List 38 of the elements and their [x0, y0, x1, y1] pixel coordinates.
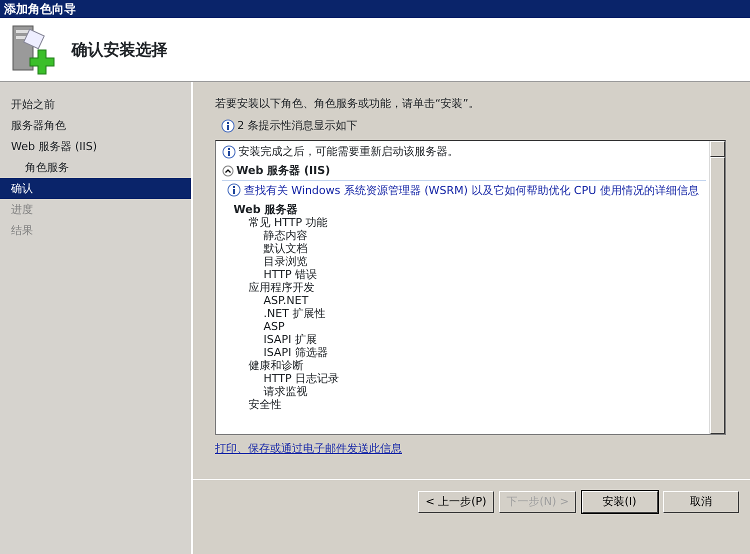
- tree-item: 健康和诊断: [248, 358, 304, 372]
- tree-item: 请求监视: [262, 384, 308, 398]
- info-message: 安装完成之后，可能需要重新启动该服务器。: [238, 144, 458, 160]
- sidebar-item[interactable]: 确认: [0, 178, 191, 199]
- info-icon: [220, 119, 234, 134]
- tree-item: 常见 HTTP 功能: [248, 216, 329, 228]
- tree-item: HTTP 日志记录: [262, 372, 340, 384]
- sidebar-item[interactable]: 角色服务: [0, 157, 191, 178]
- wizard-button[interactable]: 取消: [663, 491, 739, 513]
- section-heading: Web 服务器 (IIS): [236, 163, 330, 179]
- collapse-toggle[interactable]: [222, 165, 234, 178]
- info-link[interactable]: 查找有关 Windows 系统资源管理器 (WSRM) 以及它如何帮助优化 CPU 使用情况的详细信息: [244, 183, 699, 200]
- tree-item: ASP: [262, 320, 286, 332]
- wizard-button[interactable]: 安装(I): [582, 491, 658, 513]
- wizard-button[interactable]: < 上一步(P): [418, 491, 494, 513]
- tree-item: 静态内容: [262, 228, 308, 242]
- info-icon: [227, 183, 241, 198]
- info-count: 2 条提示性消息显示如下: [237, 118, 358, 134]
- tree-item: ASP.NET: [262, 294, 310, 306]
- info-icon: [222, 145, 236, 159]
- sidebar-item[interactable]: 服务器角色: [0, 115, 191, 136]
- tree-item: .NET 扩展性: [262, 306, 326, 320]
- intro-text: 若要安装以下角色、角色服务或功能，请单击“安装”。: [215, 96, 480, 112]
- tree-item: 目录浏览: [262, 254, 308, 268]
- tree-item: ISAPI 筛选器: [262, 346, 329, 358]
- sidebar-item[interactable]: 开始之前: [0, 94, 191, 115]
- scrollbar[interactable]: [709, 141, 725, 434]
- tree-item: 默认文档: [262, 242, 308, 254]
- tree-item: Web 服务器: [232, 202, 298, 216]
- sidebar-item[interactable]: Web 服务器 (IIS): [0, 136, 191, 157]
- print-link[interactable]: 打印、保存或通过电子邮件发送此信息: [215, 442, 402, 454]
- window-title: 添加角色向导: [0, 0, 750, 18]
- tree-item: 应用程序开发: [248, 280, 316, 294]
- tree-item: HTTP 错误: [262, 268, 318, 280]
- tree-item: 安全性: [248, 398, 282, 410]
- tree-item: ISAPI 扩展: [262, 332, 318, 346]
- page-heading: 确认安装选择: [72, 40, 168, 60]
- server-add-icon: [11, 24, 55, 76]
